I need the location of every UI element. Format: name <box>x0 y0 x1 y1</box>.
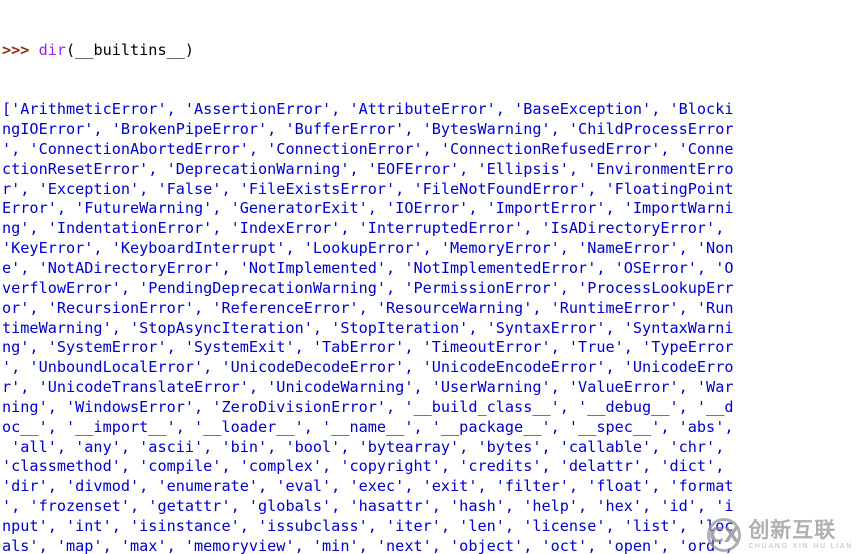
command-function-name: dir <box>38 40 67 59</box>
output-line: timeWarning', 'StopAsyncIteration', 'Sto… <box>2 318 734 337</box>
output-line: verflowError', 'PendingDeprecationWarnin… <box>2 278 734 297</box>
output-line: 'dir', 'divmod', 'enumerate', 'eval', 'e… <box>2 477 734 496</box>
output-line: ', 'frozenset', 'getattr', 'globals', 'h… <box>2 497 734 516</box>
output-line: r', 'Exception', 'False', 'FileExistsErr… <box>2 179 734 198</box>
output-line: e', 'NotADirectoryError', 'NotImplemente… <box>2 258 734 277</box>
output-line: ', 'UnboundLocalError', 'UnicodeDecodeEr… <box>2 358 734 377</box>
python-shell-window: >>> dir(__builtins__) ['ArithmeticError'… <box>0 0 859 554</box>
output-line: nput', 'int', 'isinstance', 'issubclass'… <box>2 516 734 535</box>
output-line: als', 'map', 'max', 'memoryview', 'min',… <box>2 536 734 554</box>
dir-builtins-output: ['ArithmeticError', 'AssertionError', 'A… <box>2 100 859 554</box>
command-arguments: (__builtins__) <box>66 40 195 59</box>
prompt-symbol: >>> <box>2 40 39 59</box>
output-line: 'KeyError', 'KeyboardInterrupt', 'Lookup… <box>2 239 734 258</box>
output-line: ['ArithmeticError', 'AssertionError', 'A… <box>2 100 734 119</box>
output-line: oc__', '__import__', '__loader__', '__na… <box>2 417 734 436</box>
command-line: >>> dir(__builtins__) <box>2 41 859 61</box>
output-line: ', 'ConnectionAbortedError', 'Connection… <box>2 139 734 158</box>
output-line: ng', 'SystemError', 'SystemExit', 'TabEr… <box>2 338 734 357</box>
output-line: or', 'RecursionError', 'ReferenceError',… <box>2 298 734 317</box>
output-line: ning', 'WindowsError', 'ZeroDivisionErro… <box>2 397 734 416</box>
output-line: ctionResetError', 'DeprecationWarning', … <box>2 159 734 178</box>
output-line: ngIOError', 'BrokenPipeError', 'BufferEr… <box>2 120 734 139</box>
output-line: Error', 'FutureWarning', 'GeneratorExit'… <box>2 199 734 218</box>
output-line: ng', 'IndentationError', 'IndexError', '… <box>2 219 725 238</box>
console-output-area[interactable]: >>> dir(__builtins__) ['ArithmeticError'… <box>0 0 859 554</box>
output-line: r', 'UnicodeTranslateError', 'UnicodeWar… <box>2 378 734 397</box>
output-line: 'all', 'any', 'ascii', 'bin', 'bool', 'b… <box>2 437 725 456</box>
output-line: 'classmethod', 'compile', 'complex', 'co… <box>2 457 725 476</box>
